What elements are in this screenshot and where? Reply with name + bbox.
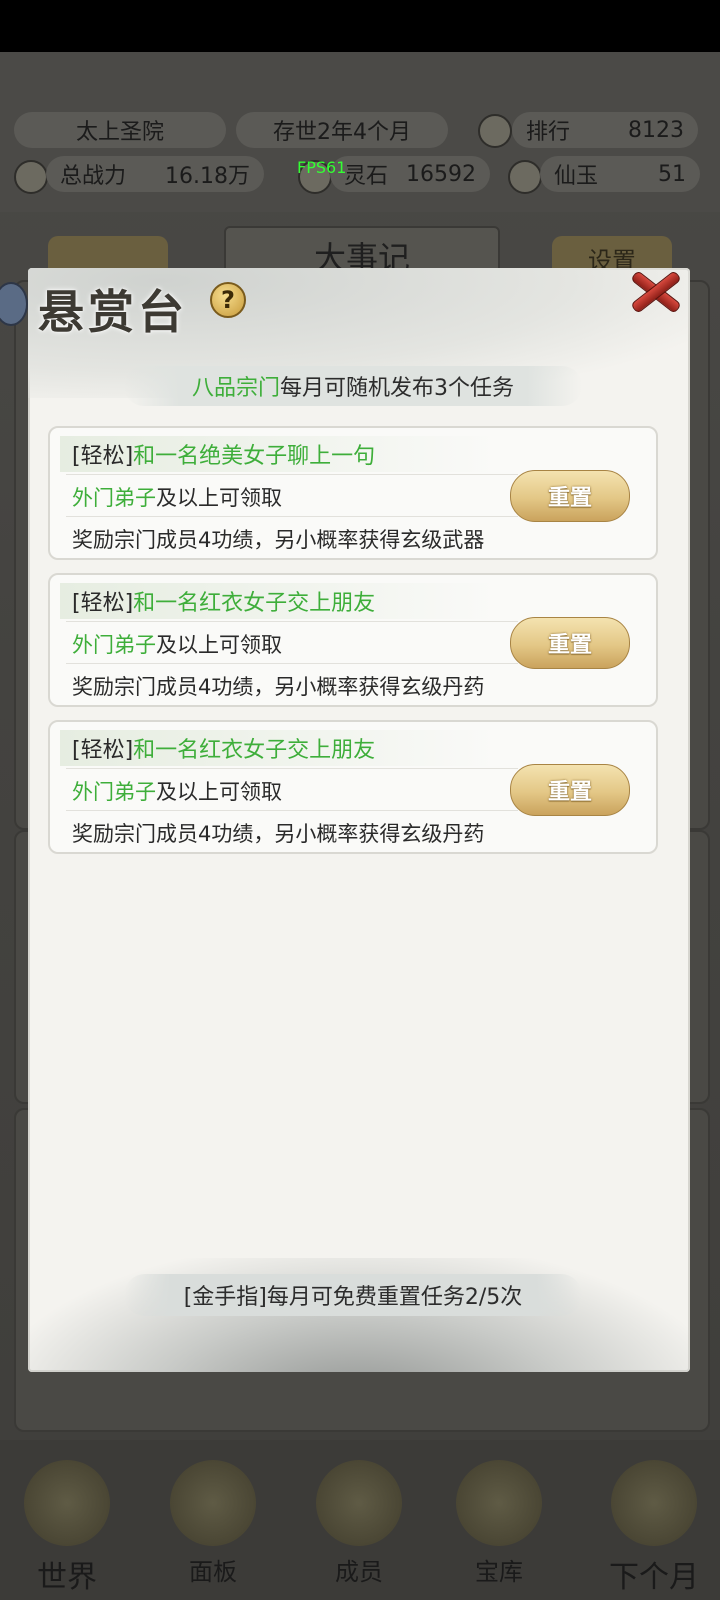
rank-icon [478, 114, 512, 148]
power-icon [14, 160, 48, 194]
stone-label: 灵石 [344, 164, 389, 189]
rank-plate[interactable]: 排行 8123 [512, 112, 698, 148]
nav-member[interactable]: 成员 [304, 1460, 414, 1600]
info-text: 每月可随机发布3个任务 [280, 376, 514, 401]
task-reward: 奖励宗门成员4功绩，另小概率获得玄级丹药 [72, 822, 485, 846]
sect-grade: 八品宗门 [191, 376, 280, 401]
world-icon [24, 1460, 110, 1546]
task-difficulty: [轻松] [72, 591, 134, 616]
task-title: [轻松]和一名红衣女子交上朋友 [72, 732, 375, 764]
nav-world-label: 世界 [37, 1560, 97, 1595]
task-name: 和一名绝美女子聊上一句 [133, 444, 376, 469]
divider [66, 516, 518, 517]
nav-world[interactable]: 世界 [12, 1460, 122, 1600]
task-rank: 外门弟子 [72, 486, 156, 510]
task-rank: 外门弟子 [72, 633, 156, 657]
jade-value: 51 [658, 161, 686, 187]
nav-next-month[interactable]: 下个月 [594, 1460, 714, 1600]
next-month-icon [611, 1460, 697, 1546]
info-banner: 八品宗门 每月可随机发布3个任务 [124, 366, 582, 406]
nav-panel-label: 面板 [189, 1558, 237, 1586]
task-title: [轻松]和一名绝美女子聊上一句 [72, 438, 375, 470]
jade-plate: 仙玉 51 [540, 156, 700, 192]
task-difficulty: [轻松] [72, 738, 134, 763]
power-value: 16.18万 [165, 164, 250, 189]
task-reward: 奖励宗门成员4功绩，另小概率获得玄级丹药 [72, 675, 485, 699]
rank-label: 排行 [526, 120, 571, 145]
sect-duration: 存世2年4个月 [273, 120, 411, 145]
task-rank-suffix: 及以上可领取 [156, 633, 282, 657]
nav-next-month-label: 下个月 [609, 1560, 699, 1595]
nav-member-label: 成员 [335, 1558, 383, 1586]
task-reward: 奖励宗门成员4功绩，另小概率获得玄级武器 [72, 528, 485, 552]
nav-treasury-label: 宝库 [475, 1558, 523, 1586]
member-icon [316, 1460, 402, 1546]
power-plate: 总战力 16.18万 [46, 156, 264, 192]
task-name: 和一名红衣女子交上朋友 [133, 591, 376, 616]
task-rank: 外门弟子 [72, 780, 156, 804]
divider [66, 621, 518, 622]
jade-label: 仙玉 [554, 164, 599, 189]
task-name: 和一名红衣女子交上朋友 [133, 738, 376, 763]
reset-button[interactable]: 重置 [510, 470, 630, 522]
status-bar [0, 0, 720, 52]
stone-value: 16592 [406, 161, 476, 187]
task-rank-suffix: 及以上可领取 [156, 780, 282, 804]
rank-value: 8123 [628, 117, 684, 143]
jade-icon [508, 160, 542, 194]
divider [66, 768, 518, 769]
sect-name-plate: 太上圣院 [14, 112, 226, 148]
task-difficulty: [轻松] [72, 444, 134, 469]
power-label: 总战力 [60, 164, 127, 189]
divider [66, 663, 518, 664]
task-requirement: 外门弟子及以上可领取 [72, 776, 282, 806]
help-icon[interactable]: ? [210, 282, 246, 318]
fps-counter: FPS61 [297, 158, 347, 177]
task-card: [轻松]和一名红衣女子交上朋友 外门弟子及以上可领取 奖励宗门成员4功绩，另小概… [48, 720, 658, 854]
nav-treasury[interactable]: 宝库 [444, 1460, 554, 1600]
reset-button[interactable]: 重置 [510, 764, 630, 816]
close-icon[interactable] [626, 262, 682, 318]
task-requirement: 外门弟子及以上可领取 [72, 482, 282, 512]
treasury-icon [456, 1460, 542, 1546]
modal-title: 悬赏台 [38, 285, 188, 339]
divider [66, 810, 518, 811]
task-requirement: 外门弟子及以上可领取 [72, 629, 282, 659]
duration-plate: 存世2年4个月 [236, 112, 448, 148]
task-card: [轻松]和一名绝美女子聊上一句 外门弟子及以上可领取 奖励宗门成员4功绩，另小概… [48, 426, 658, 560]
task-rank-suffix: 及以上可领取 [156, 486, 282, 510]
sect-name: 太上圣院 [75, 120, 164, 145]
nav-panel[interactable]: 面板 [158, 1460, 268, 1600]
free-reset-info: [金手指]每月可免费重置任务2/5次 [124, 1274, 582, 1316]
task-title: [轻松]和一名红衣女子交上朋友 [72, 585, 375, 617]
task-card: [轻松]和一名红衣女子交上朋友 外门弟子及以上可领取 奖励宗门成员4功绩，另小概… [48, 573, 658, 707]
reset-button[interactable]: 重置 [510, 617, 630, 669]
panel-icon [170, 1460, 256, 1546]
stone-plate: 灵石 16592 [330, 156, 490, 192]
divider [66, 474, 518, 475]
